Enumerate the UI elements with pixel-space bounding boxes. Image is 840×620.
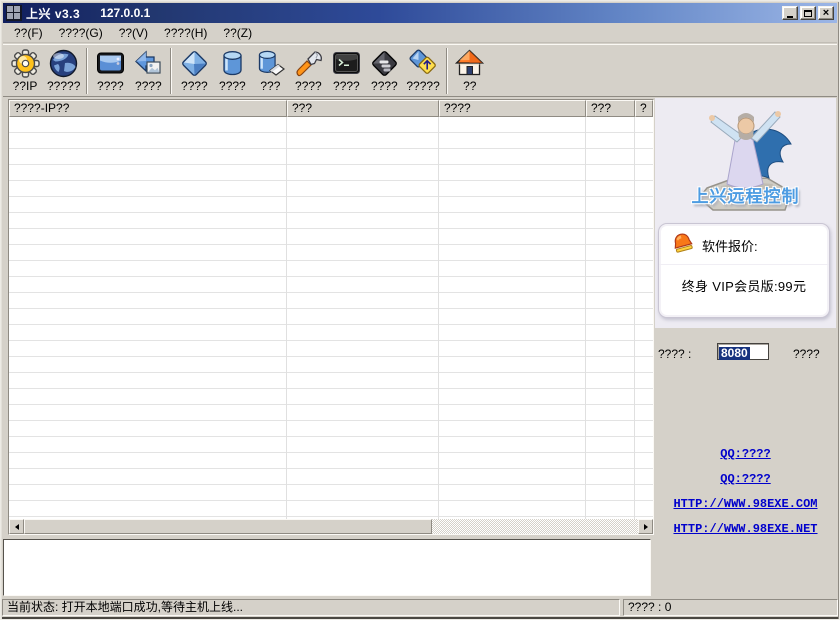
toolbar-button-2[interactable]: ???? [213,46,251,93]
links-block: QQ:???? QQ:???? HTTP://WWW.98EXE.COM HTT… [655,442,836,542]
scroll-right-button[interactable] [638,519,653,534]
status-message: 当前状态: 打开本地端口成功,等待主机上线... [2,599,620,616]
port-suffix-label: ???? [793,347,820,361]
website-link-com[interactable]: HTTP://WWW.98EXE.COM [655,492,836,517]
toolbar-button-network[interactable]: ????? [44,46,83,93]
toolbar: ??IP ????? ???? ???? ???? ???? ??? ???? … [3,44,837,97]
app-icon[interactable] [6,5,22,21]
wrench-icon [293,48,324,79]
toolbar-separator [170,48,173,94]
host-list-body[interactable] [9,117,653,519]
close-button[interactable]: × [818,6,834,20]
dark-diamond-icon [369,48,400,79]
close-icon: × [822,7,830,19]
menu-bar: ??(F) ????(G) ??(V) ????(H) ??(Z) [3,23,837,43]
host-list-header: ????-IP?? ??? ???? ??? ? [9,100,653,117]
menu-item-v[interactable]: ??(V) [111,24,156,42]
status-bar: 当前状态: 打开本地端口成功,等待主机上线... ???? : 0 [2,599,838,616]
monitor-icon [95,48,126,79]
toolbar-button-3[interactable]: ??? [251,46,289,93]
database-icon [217,48,248,79]
minimize-icon [787,15,793,18]
header-cell-2[interactable]: ??? [287,100,439,117]
diamond-icon [179,48,210,79]
price-text: 终身 VIP会员版:99元 [681,279,807,294]
host-list: ????-IP?? ??? ???? ??? ? [8,99,654,535]
globe-icon [48,48,79,79]
toolbar-button-label: ????? [406,79,440,93]
toolbar-button-label: ??IP [12,79,38,93]
toolbar-button-label: ???? [97,79,124,93]
header-cell-4[interactable]: ??? [586,100,635,117]
grid-column-line [634,117,635,519]
database-clear-icon [255,48,286,79]
toolbar-button-label: ????? [47,79,81,93]
grid-column-line [438,117,439,519]
app-window: 上兴 v3.3 127.0.0.1 × ??(F) ????(G) ??(V) … [0,0,840,620]
port-input[interactable]: 8080 [717,343,769,360]
toolbar-separator [445,48,448,94]
toolbar-button-local-ip[interactable]: ??IP [6,46,44,93]
menu-item-h[interactable]: ????(H) [156,24,215,42]
toolbar-button-label: ?? [463,79,477,93]
toolbar-button-label: ???? [219,79,246,93]
home-icon [454,48,485,79]
toolbar-button-label: ???? [181,79,208,93]
menu-item-z[interactable]: ??(Z) [215,24,260,42]
toolbar-button-4[interactable]: ???? [289,46,327,93]
minimize-button[interactable] [782,6,798,20]
window-controls: × [782,6,835,20]
toolbar-button-screen[interactable]: ???? [91,46,129,93]
right-panel: 上兴远程控制 软件报价: 终身 VIP会员版:99元 ???? : 8080 ?… [655,98,836,598]
toolbar-button-label: ??? [260,79,281,93]
header-cell-3[interactable]: ???? [439,100,586,117]
maximize-icon [804,9,812,17]
toolbar-button-6[interactable]: ????? [403,46,442,93]
menu-item-f[interactable]: ??(F) [6,24,51,42]
toolbar-button-1[interactable]: ???? [175,46,213,93]
header-cell-host-ip[interactable]: ????-IP?? [9,100,287,117]
price-box: 软件报价: 终身 VIP会员版:99元 [658,223,830,318]
scrollbar-track[interactable] [432,519,638,534]
toolbar-button-label: ???? [371,79,398,93]
toolbar-button-5[interactable]: ???? [365,46,403,93]
qq-link-2[interactable]: QQ:???? [655,467,836,492]
gear-icon [10,48,41,79]
grid-column-line [585,117,586,519]
log-box[interactable] [3,539,651,596]
toolbar-button-label: ???? [333,79,360,93]
scrollbar-thumb[interactable] [24,519,432,534]
grid-column-line [286,117,287,519]
horizontal-scrollbar[interactable] [9,519,653,534]
toolbar-button-terminal[interactable]: ???? [327,46,365,93]
status-count: ???? : 0 [623,599,838,616]
titlebar[interactable]: 上兴 v3.3 127.0.0.1 × [3,3,837,23]
arrow-right-icon [643,523,651,530]
window-title-ip: 127.0.0.1 [100,6,151,20]
toolbar-button-label: ???? [135,79,162,93]
port-label: ???? : [658,347,692,361]
website-link-net[interactable]: HTTP://WWW.98EXE.NET [655,517,836,542]
toolbar-button-home[interactable]: ?? [451,46,489,93]
scroll-left-button[interactable] [9,519,24,534]
maximize-button[interactable] [800,6,816,20]
window-title: 上兴 v3.3 [26,6,81,21]
menu-item-g[interactable]: ????(G) [51,24,111,42]
qq-link-1[interactable]: QQ:???? [655,442,836,467]
price-box-title: 软件报价: [702,239,758,254]
port-value: 8080 [719,346,750,360]
back-image-icon [133,48,164,79]
brand-title: 上兴远程控制 [691,187,800,206]
arrow-left-icon [12,523,19,530]
toolbar-button-capture[interactable]: ???? [129,46,167,93]
brand-area: 上兴远程控制 软件报价: 终身 VIP会员版:99元 [655,98,836,328]
price-box-header: 软件报价: [659,224,829,265]
diamond-star-icon [408,48,439,79]
terminal-icon [331,48,362,79]
toolbar-separator [86,48,89,94]
bell-icon [672,232,694,259]
header-cell-5[interactable]: ? [635,100,653,117]
toolbar-button-label: ???? [295,79,322,93]
